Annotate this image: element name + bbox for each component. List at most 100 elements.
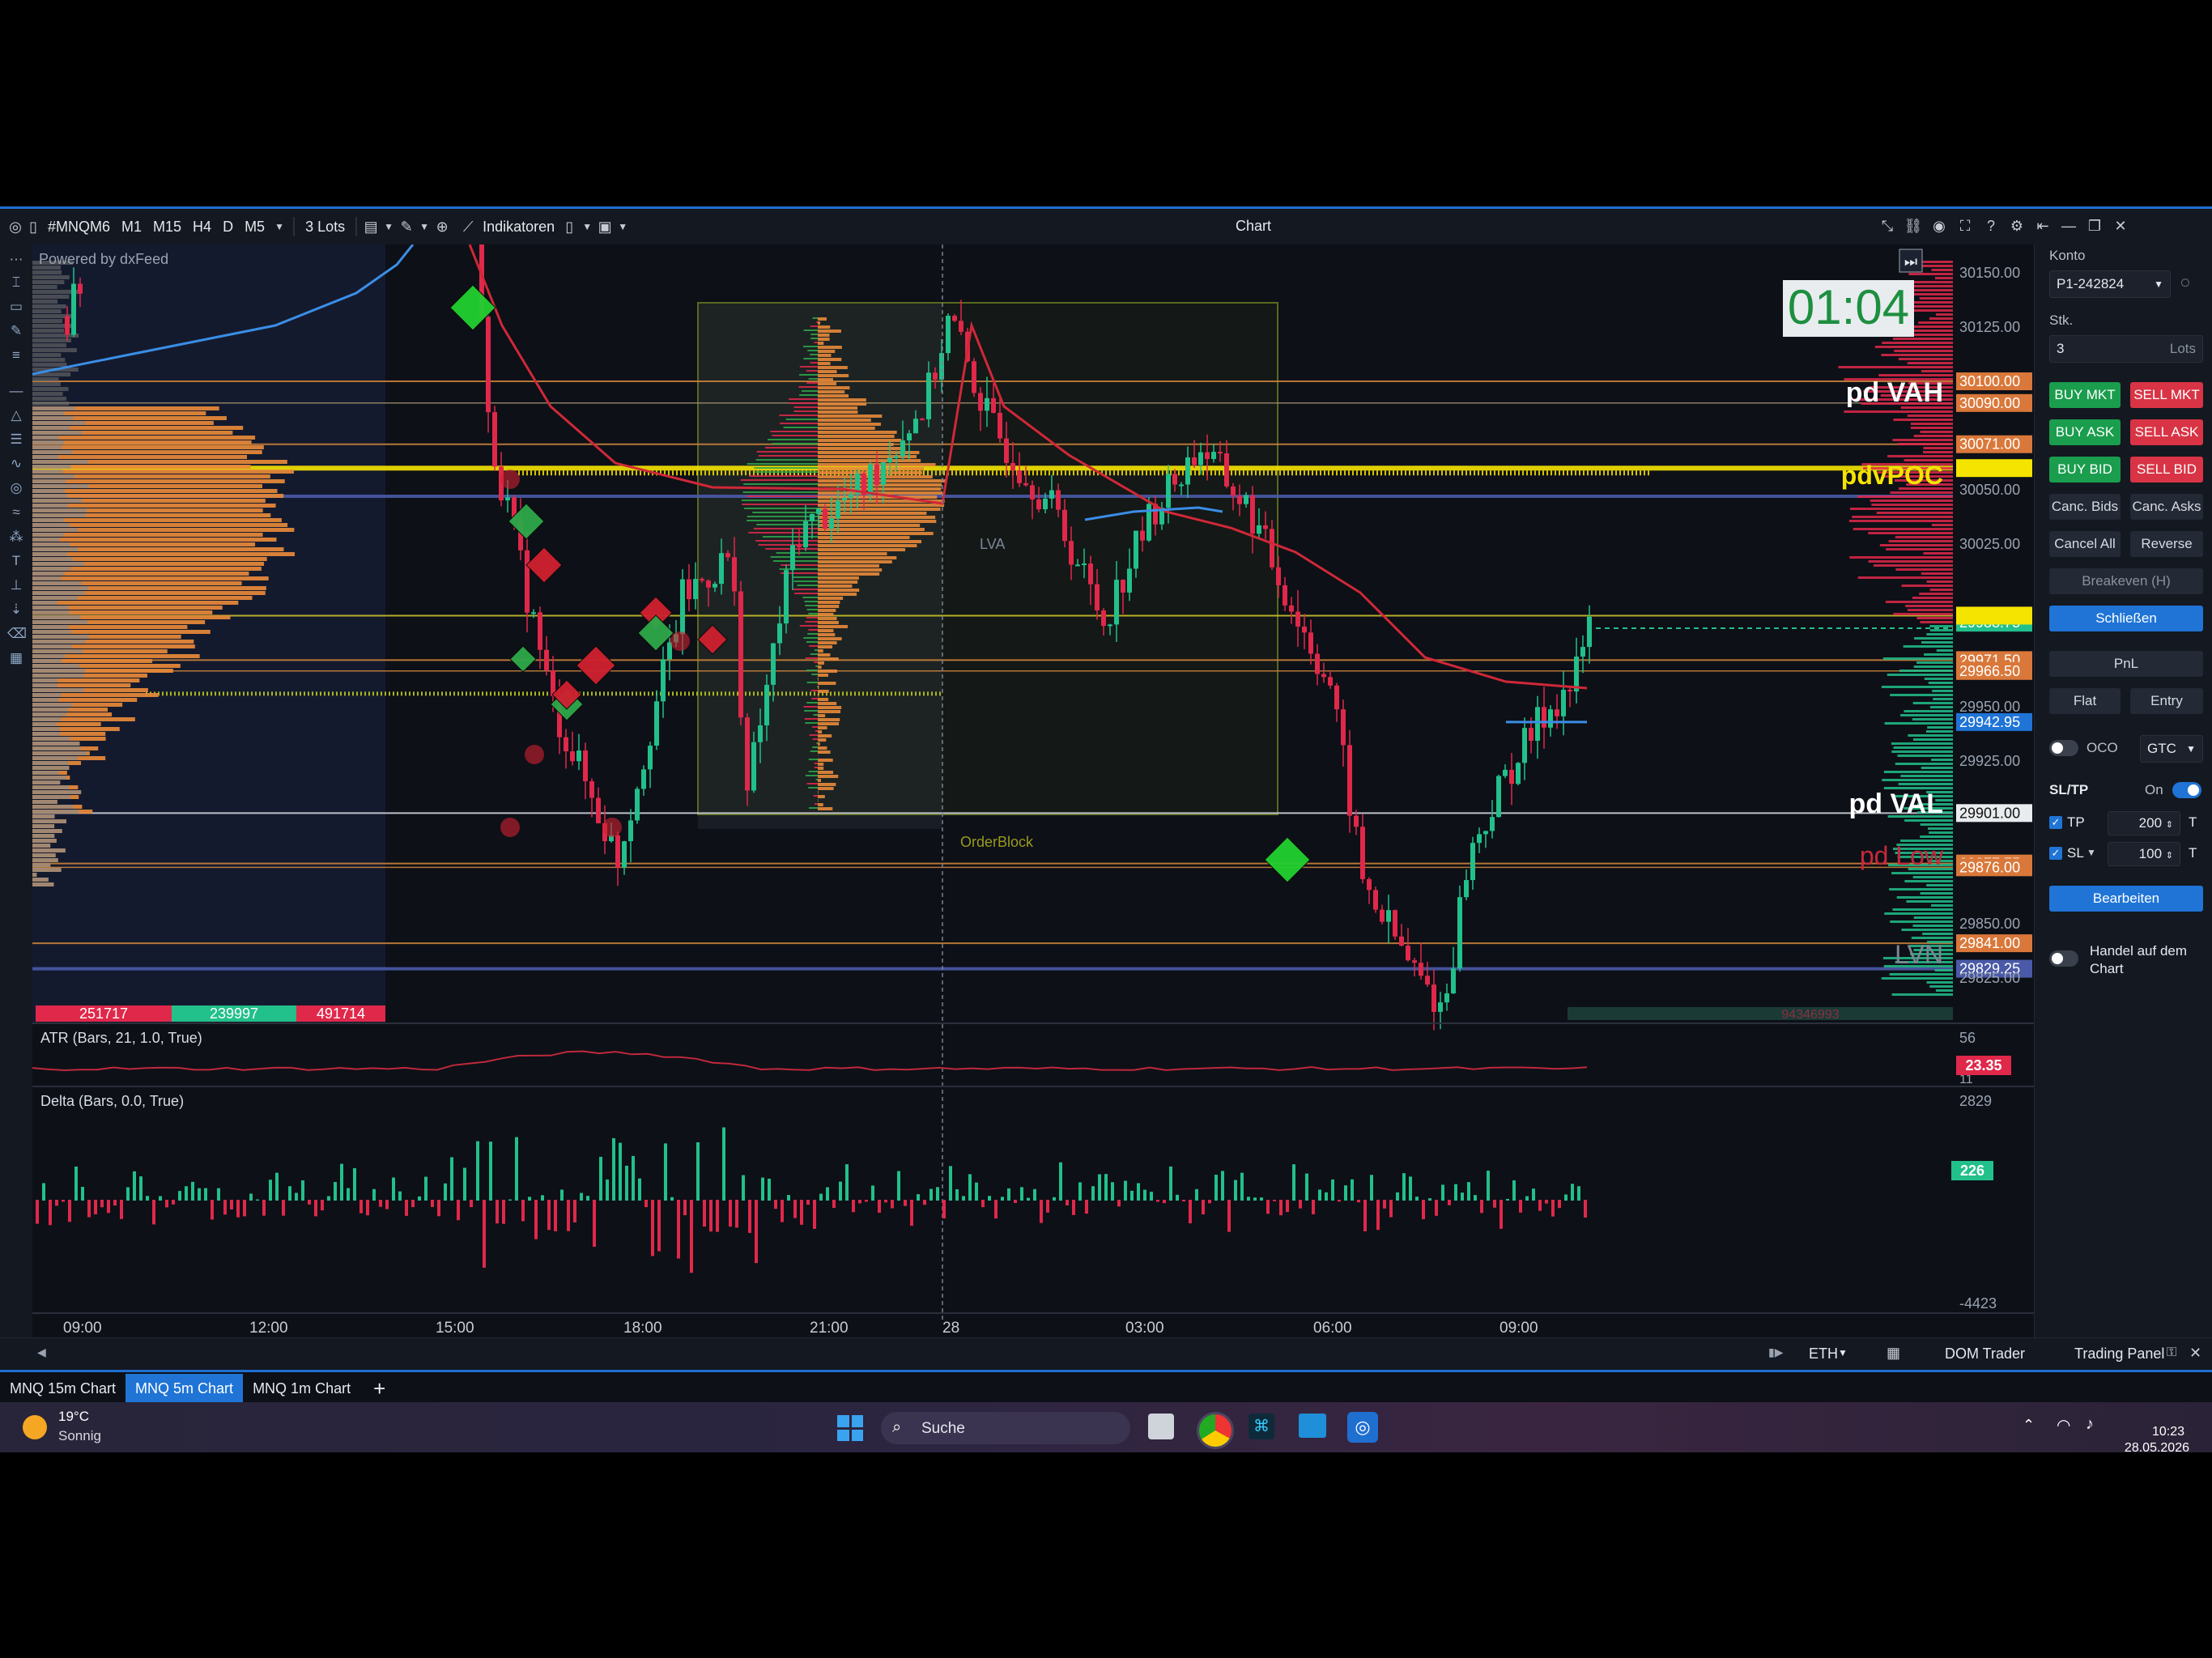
tp-checkbox[interactable]: ✓	[2049, 816, 2062, 829]
trading-app-icon[interactable]: ◎	[1347, 1412, 1378, 1443]
zoom-icon[interactable]: ⊕	[433, 218, 451, 236]
cancel-bids-button[interactable]: Canc. Bids	[2049, 494, 2121, 520]
stepper-icon[interactable]: ⇕	[2166, 851, 2173, 861]
tray-chevron-icon[interactable]: ⌃	[2023, 1417, 2035, 1434]
dom-trader-tab[interactable]: DOM Trader	[1945, 1346, 2025, 1363]
chevron-down-icon[interactable]: ▼	[578, 218, 596, 236]
chart-trading-toggle[interactable]	[2049, 950, 2078, 967]
taskbar-search[interactable]: ⌕ Suche	[881, 1412, 1130, 1444]
timeframe-d[interactable]: D	[223, 219, 233, 236]
camera-icon[interactable]: ◉	[1930, 217, 1948, 235]
sort-tool-icon[interactable]: ⇣	[7, 601, 25, 619]
cancel-all-button[interactable]: Cancel All	[2049, 531, 2121, 557]
buy-bid-button[interactable]: BUY BID	[2049, 457, 2121, 483]
pattern-tool-icon[interactable]: ⁂	[7, 528, 25, 546]
rectangle-tool-icon[interactable]: ▭	[7, 298, 25, 316]
settings-icon[interactable]: ⚙	[2008, 217, 2026, 235]
sl-checkbox[interactable]: ✓	[2049, 847, 2062, 860]
weather-desc[interactable]: Sonnig	[58, 1428, 101, 1444]
chevron-down-icon[interactable]: ▼	[2087, 847, 2096, 858]
tp-input[interactable]: 200 ⇕	[2108, 811, 2180, 835]
scroll-left-icon[interactable]: ◀	[37, 1346, 46, 1359]
close-icon[interactable]: ✕	[2189, 1345, 2201, 1362]
cancel-asks-button[interactable]: Canc. Asks	[2130, 494, 2203, 520]
gtc-select[interactable]: GTC ▼	[2140, 735, 2203, 763]
quantity-input[interactable]: 3 Lots	[2049, 335, 2203, 363]
fullscreen-icon[interactable]: ⛶	[1956, 217, 1974, 235]
scroll-to-end-icon[interactable]: ⏭	[1904, 253, 1917, 270]
weather-temp[interactable]: 19°C	[58, 1409, 89, 1425]
help-icon[interactable]: ?	[1982, 217, 2000, 235]
pen-tool-icon[interactable]: ✎	[7, 322, 25, 340]
tradingview-icon[interactable]: ⌘	[1249, 1414, 1274, 1439]
sell-ask-button[interactable]: SELL ASK	[2130, 419, 2203, 445]
text-lines-icon[interactable]: ☰	[7, 431, 25, 449]
timeframe-m1[interactable]: M1	[121, 219, 142, 236]
layout-icon[interactable]: ▣	[596, 218, 614, 236]
measure-tool-icon[interactable]: ⊥	[7, 576, 25, 594]
hide-eye-icon[interactable]: ◌	[2180, 274, 2190, 292]
price-chart[interactable]: Powered by dxFeed 01:04 ⏭ pd VAH pdvPOC …	[32, 244, 2034, 1337]
eraser-tool-icon[interactable]: ⌫	[7, 625, 27, 643]
wifi-icon[interactable]: ◠	[2057, 1415, 2070, 1435]
edit-orders-button[interactable]: Bearbeiten	[2049, 886, 2203, 912]
chevron-down-icon[interactable]: ▼	[270, 218, 288, 236]
cursor-icon[interactable]: ⌶	[7, 274, 25, 291]
pencil-icon[interactable]: ✎	[398, 218, 415, 236]
chevron-down-icon[interactable]: ▼	[1838, 1347, 1848, 1358]
chart-type-icon[interactable]: ▤	[362, 218, 380, 236]
add-tab-icon[interactable]: +	[360, 1374, 398, 1404]
stepper-icon[interactable]: ⇕	[2166, 820, 2173, 830]
scroll-right-icon[interactable]: ▮▶	[1768, 1346, 1783, 1359]
chevron-down-icon[interactable]: ▼	[380, 218, 398, 236]
entry-button[interactable]: Entry	[2130, 688, 2203, 714]
windows-start-icon[interactable]	[837, 1415, 863, 1441]
crosshair-sync-icon[interactable]: ⤡	[1878, 217, 1896, 235]
clock-time[interactable]: 10:23	[2120, 1425, 2184, 1439]
symbol-selector[interactable]: #MNQM6	[48, 219, 110, 236]
minimize-icon[interactable]: —	[2060, 217, 2078, 235]
close-icon[interactable]: ✕	[2112, 217, 2129, 235]
chrome-icon[interactable]	[1197, 1412, 1234, 1449]
timeframe-m5[interactable]: M5	[245, 219, 265, 236]
breakeven-button[interactable]: Breakeven (H)	[2049, 568, 2203, 594]
volume-icon[interactable]: ♪	[2086, 1415, 2094, 1434]
hline-tool-icon[interactable]: ―	[7, 382, 25, 400]
objects-list-icon[interactable]: ▦	[7, 649, 25, 667]
clock-date[interactable]: 28.05.2026	[2112, 1441, 2189, 1456]
lock-icon[interactable]: ⚿	[2167, 1346, 2176, 1360]
wave-tool-icon[interactable]: ≈	[7, 504, 25, 521]
timeframe-h4[interactable]: H4	[193, 219, 211, 236]
template-icon[interactable]: ▯	[560, 218, 578, 236]
sl-input[interactable]: 100 ⇕	[2108, 842, 2180, 866]
tab-mnq-1m[interactable]: MNQ 1m Chart	[243, 1374, 360, 1404]
chevron-down-icon[interactable]: ▼	[614, 218, 632, 236]
triangle-tool-icon[interactable]: △	[7, 406, 25, 424]
buy-ask-button[interactable]: BUY ASK	[2049, 419, 2121, 445]
buy-market-button[interactable]: BUY MKT	[2049, 382, 2121, 408]
indicators-icon[interactable]: ⟋	[459, 218, 477, 236]
task-view-icon[interactable]	[1148, 1414, 1174, 1439]
curve-tool-icon[interactable]: ∿	[7, 455, 25, 473]
link-icon[interactable]: ⛓	[1904, 217, 1923, 235]
pin-icon[interactable]: ⇤	[2034, 217, 2052, 235]
close-position-button[interactable]: Schließen	[2049, 606, 2203, 631]
indicators-button[interactable]: Indikatoren	[483, 219, 555, 236]
trading-panel-tab[interactable]: Trading Panel	[2074, 1346, 2164, 1363]
flat-button[interactable]: Flat	[2049, 688, 2121, 714]
sell-market-button[interactable]: SELL MKT	[2130, 382, 2203, 408]
pnl-button[interactable]: PnL	[2049, 651, 2203, 677]
reverse-button[interactable]: Reverse	[2130, 531, 2203, 557]
session-select[interactable]: ETH	[1809, 1346, 1838, 1363]
text-tool-icon[interactable]: T	[7, 552, 25, 570]
remote-desktop-icon[interactable]	[1299, 1414, 1326, 1438]
sell-bid-button[interactable]: SELL BID	[2130, 457, 2203, 483]
calendar-icon[interactable]: ▦	[1887, 1345, 1900, 1362]
tab-mnq-5m[interactable]: MNQ 5m Chart	[125, 1373, 244, 1404]
fib-tool-icon[interactable]: ≡	[7, 346, 25, 364]
target-tool-icon[interactable]: ◎	[7, 479, 25, 497]
lots-selector[interactable]: 3 Lots	[305, 219, 345, 236]
oco-toggle[interactable]	[2049, 740, 2078, 756]
sltp-toggle[interactable]	[2172, 782, 2201, 798]
account-select[interactable]: P1-242824 ▼	[2049, 270, 2171, 298]
